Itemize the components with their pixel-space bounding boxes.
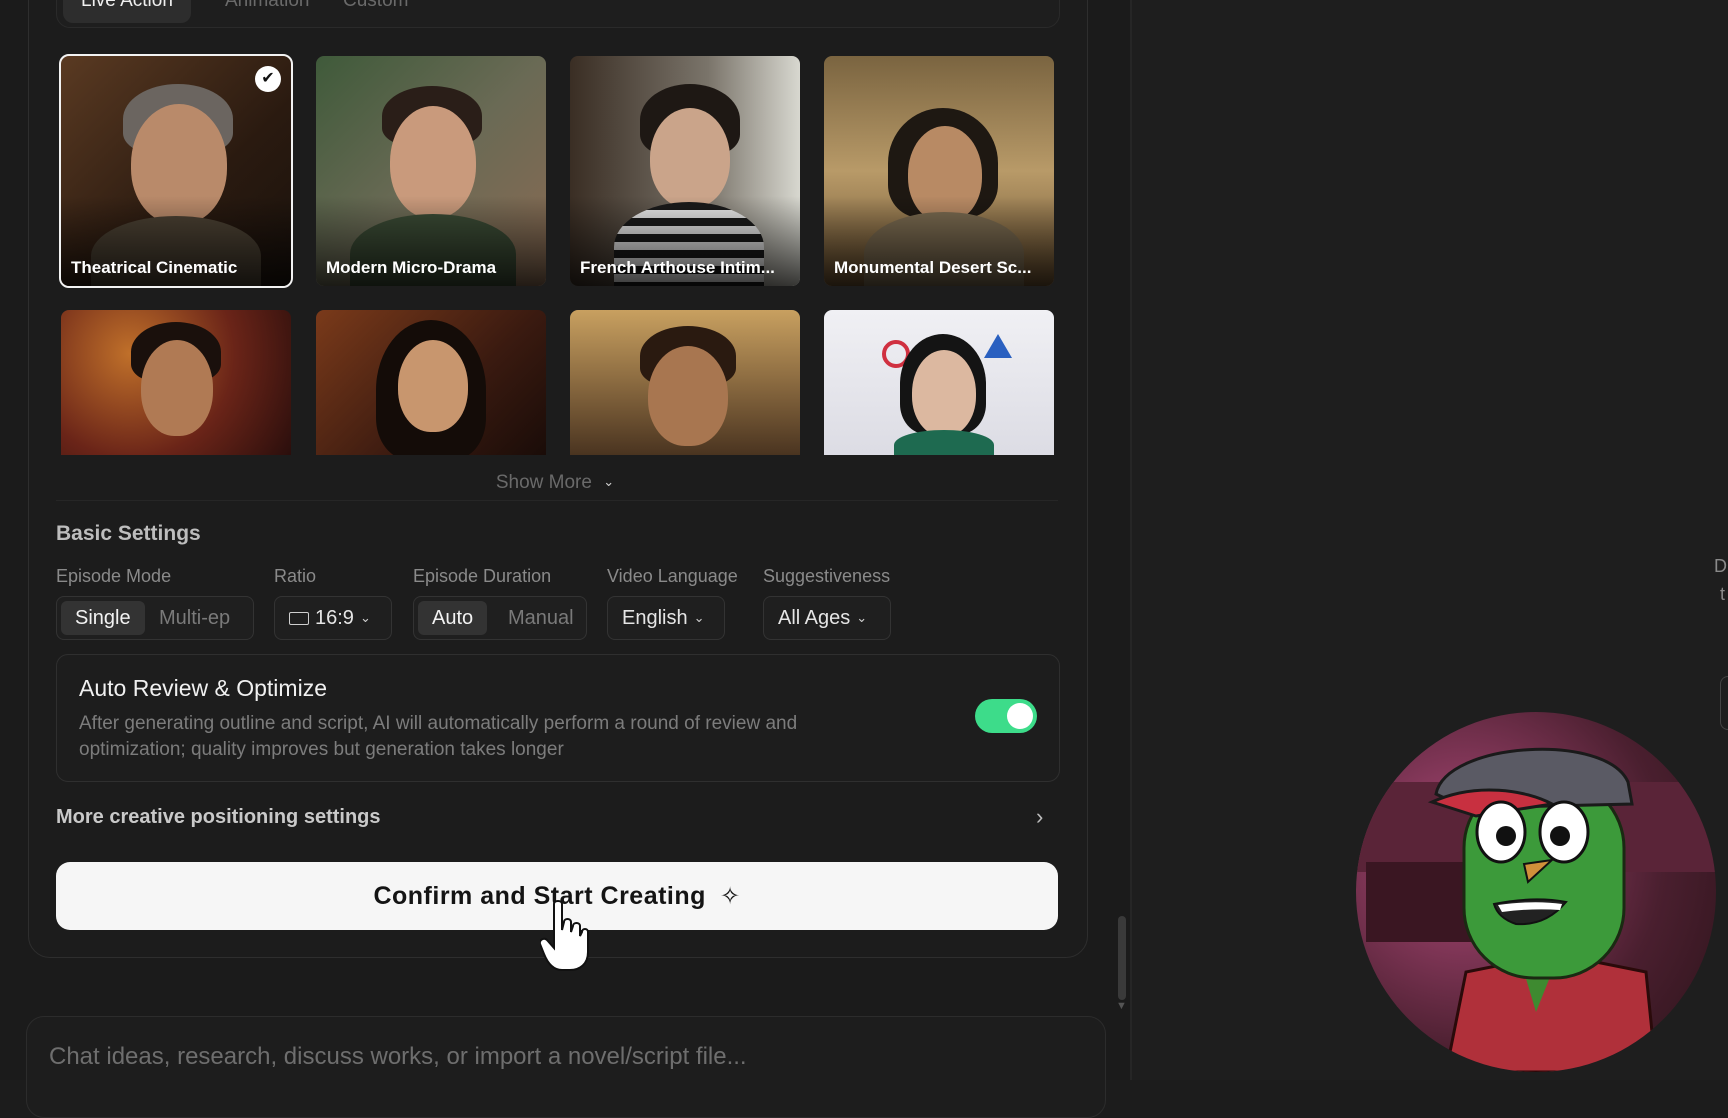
- style-tile-game-arena[interactable]: [824, 310, 1054, 455]
- episode-duration-label: Episode Duration: [413, 566, 552, 586]
- sparkle-icon: ✧: [719, 883, 741, 910]
- episode-mode-segmented: Single Multi-ep: [56, 596, 254, 640]
- episode-duration-manual[interactable]: Manual: [494, 601, 588, 635]
- style-tabs: Live Action Animation Custom: [56, 0, 1060, 28]
- suggestiveness-dropdown[interactable]: All Ages ⌄: [763, 596, 891, 640]
- chevron-right-icon[interactable]: ›: [1036, 804, 1043, 830]
- scroll-down-arrow-icon[interactable]: ▼: [1116, 1000, 1127, 1012]
- episode-mode-multi-ep[interactable]: Multi-ep: [145, 601, 244, 635]
- scrollbar[interactable]: [1118, 916, 1126, 1000]
- style-tile-french-arthouse[interactable]: French Arthouse Intim...: [570, 56, 800, 286]
- style-tile-label: French Arthouse Intim...: [580, 258, 775, 277]
- tab-live-action[interactable]: Live Action: [63, 0, 191, 23]
- tab-animation[interactable]: Animation: [207, 0, 328, 23]
- style-tile-monumental-desert[interactable]: Monumental Desert Sc...: [824, 56, 1054, 286]
- style-tile-modern-micro-drama[interactable]: Modern Micro-Drama: [316, 56, 546, 286]
- right-edge-button[interactable]: [1720, 676, 1728, 730]
- divider: [56, 500, 1058, 501]
- aspect-ratio-icon: [289, 612, 309, 626]
- episode-mode-single[interactable]: Single: [61, 601, 145, 635]
- right-edge-text: D: [1714, 556, 1727, 576]
- auto-review-panel: Auto Review & Optimize After generating …: [56, 654, 1060, 782]
- auto-review-toggle[interactable]: [975, 699, 1037, 733]
- auto-review-title: Auto Review & Optimize: [79, 675, 327, 701]
- chevron-down-icon: ⌄: [603, 474, 615, 489]
- show-more-button[interactable]: Show More ⌄: [0, 472, 1110, 494]
- video-language-label: Video Language: [607, 566, 738, 586]
- style-tile-label: Monumental Desert Sc...: [834, 258, 1032, 277]
- style-tile-western[interactable]: [570, 310, 800, 455]
- chat-input[interactable]: Chat ideas, research, discuss works, or …: [26, 1016, 1106, 1118]
- tab-custom[interactable]: Custom: [325, 0, 426, 23]
- chevron-down-icon: ⌄: [693, 610, 705, 625]
- main-panel: Live Action Animation Custom ✔ Theatrica…: [0, 0, 1130, 1118]
- cartoon-avatar-icon: [1356, 747, 1716, 1072]
- episode-mode-label: Episode Mode: [56, 566, 172, 586]
- basic-settings-title: Basic Settings: [56, 522, 201, 545]
- hand-cursor-icon: [540, 900, 589, 971]
- more-creative-settings-link[interactable]: More creative positioning settings: [56, 806, 381, 829]
- chevron-down-icon: ⌄: [856, 610, 868, 625]
- style-tile-theatrical-cinematic[interactable]: ✔ Theatrical Cinematic: [59, 54, 293, 288]
- episode-duration-segmented: Auto Manual: [413, 596, 587, 640]
- style-tile-glamour[interactable]: [316, 310, 546, 455]
- right-edge-text: t: [1720, 584, 1726, 604]
- toggle-knob: [1007, 703, 1033, 729]
- episode-duration-auto[interactable]: Auto: [418, 601, 488, 635]
- style-tile-festival[interactable]: [61, 310, 291, 455]
- chat-input-placeholder: Chat ideas, research, discuss works, or …: [49, 1043, 747, 1070]
- video-language-dropdown[interactable]: English ⌄: [607, 596, 725, 640]
- webcam-avatar: [1356, 712, 1716, 1072]
- selected-check-icon: ✔: [255, 66, 281, 92]
- style-tile-label: Theatrical Cinematic: [71, 258, 238, 277]
- ratio-label: Ratio: [274, 566, 317, 586]
- suggestiveness-label: Suggestiveness: [763, 566, 891, 586]
- style-tile-label: Modern Micro-Drama: [326, 258, 497, 277]
- ratio-dropdown[interactable]: 16:9 ⌄: [274, 596, 392, 640]
- auto-review-description: After generating outline and script, AI …: [79, 713, 798, 760]
- chevron-down-icon: ⌄: [359, 610, 371, 625]
